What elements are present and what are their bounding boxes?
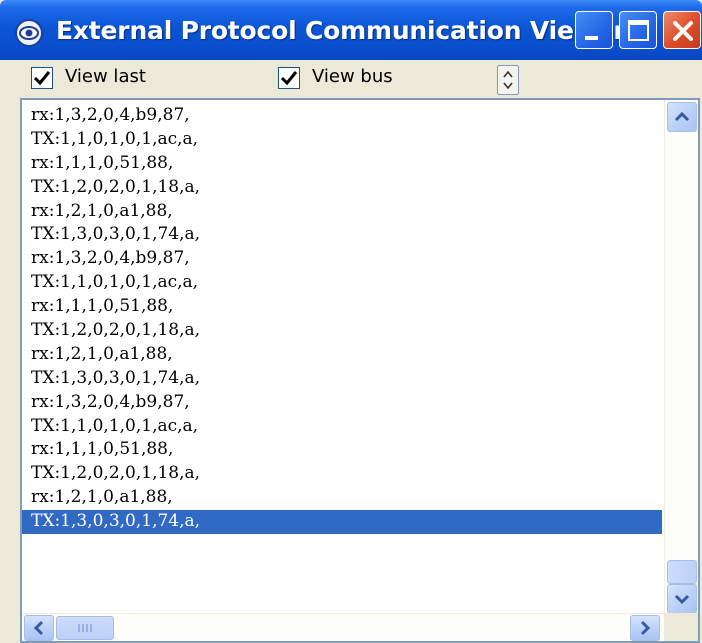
scroll-left-button[interactable] bbox=[24, 615, 54, 641]
maximize-button[interactable] bbox=[619, 11, 657, 49]
checkmark-icon bbox=[33, 71, 51, 86]
log-line[interactable]: TX:1,2,0,2,0,1,18,a, bbox=[22, 176, 662, 200]
scroll-down-button[interactable] bbox=[667, 584, 697, 614]
log-line[interactable]: rx:1,3,2,0,4,b9,87, bbox=[22, 104, 662, 128]
vertical-scroll-thumb[interactable] bbox=[667, 560, 697, 584]
log-line[interactable]: rx:1,1,1,0,51,88, bbox=[22, 152, 662, 176]
log-line[interactable]: rx:1,3,2,0,4,b9,87, bbox=[22, 247, 662, 271]
vertical-scrollbar[interactable] bbox=[664, 100, 698, 614]
log-line[interactable]: TX:1,1,0,1,0,1,ac,a, bbox=[22, 271, 662, 295]
spinner-icon bbox=[503, 70, 513, 90]
chevron-down-icon bbox=[674, 594, 690, 605]
horizontal-scroll-thumb[interactable] bbox=[56, 616, 114, 640]
log-line[interactable]: rx:1,1,1,0,51,88, bbox=[22, 295, 662, 319]
checkmark-icon bbox=[280, 71, 298, 86]
log-line[interactable]: rx:1,3,2,0,4,b9,87, bbox=[22, 391, 662, 415]
log-line[interactable]: rx:1,2,1,0,a1,88, bbox=[22, 486, 662, 510]
title-bar[interactable]: External Protocol Communication Viewer bbox=[0, 0, 702, 60]
log-line[interactable]: rx:1,2,1,0,a1,88, bbox=[22, 200, 662, 224]
log-listbox[interactable]: rx:1,3,2,0,4,b9,87, TX:1,1,0,1,0,1,ac,a,… bbox=[20, 98, 700, 643]
log-line[interactable]: TX:1,3,0,3,0,1,74,a, bbox=[22, 367, 662, 391]
log-line[interactable]: rx:1,1,1,0,51,88, bbox=[22, 438, 662, 462]
log-line[interactable]: TX:1,3,0,3,0,1,74,a, bbox=[22, 223, 662, 247]
minimize-button[interactable] bbox=[575, 11, 613, 49]
log-line[interactable]: TX:1,1,0,1,0,1,ac,a, bbox=[22, 415, 662, 439]
log-line[interactable]: TX:1,2,0,2,0,1,18,a, bbox=[22, 319, 662, 343]
view-bus-label[interactable]: View bus bbox=[312, 65, 393, 89]
chevron-left-icon bbox=[33, 620, 44, 636]
horizontal-scrollbar[interactable] bbox=[22, 613, 664, 641]
chevron-right-icon bbox=[640, 620, 651, 636]
view-last-checkbox[interactable] bbox=[31, 67, 53, 89]
log-lines: rx:1,3,2,0,4,b9,87, TX:1,1,0,1,0,1,ac,a,… bbox=[22, 104, 662, 535]
grip-icon bbox=[78, 624, 92, 632]
view-bus-checkbox[interactable] bbox=[278, 67, 300, 89]
log-line-selected[interactable]: TX:1,3,0,3,0,1,74,a, bbox=[22, 510, 662, 535]
close-icon bbox=[673, 21, 693, 41]
window-title: External Protocol Communication Viewer bbox=[56, 16, 626, 45]
close-button[interactable] bbox=[663, 11, 701, 49]
minimize-icon bbox=[585, 36, 598, 40]
log-line[interactable]: TX:1,2,0,2,0,1,18,a, bbox=[22, 462, 662, 486]
eye-icon[interactable] bbox=[14, 18, 44, 48]
maximize-icon bbox=[628, 20, 649, 41]
log-line[interactable]: TX:1,1,0,1,0,1,ac,a, bbox=[22, 128, 662, 152]
scroll-up-button[interactable] bbox=[667, 102, 697, 132]
scroll-right-button[interactable] bbox=[630, 615, 660, 641]
log-line[interactable]: rx:1,2,1,0,a1,88, bbox=[22, 343, 662, 367]
scrollbar-corner bbox=[664, 613, 698, 641]
view-last-label[interactable]: View last bbox=[65, 65, 146, 89]
spinner-control[interactable] bbox=[497, 65, 519, 95]
chevron-up-icon bbox=[674, 111, 690, 122]
